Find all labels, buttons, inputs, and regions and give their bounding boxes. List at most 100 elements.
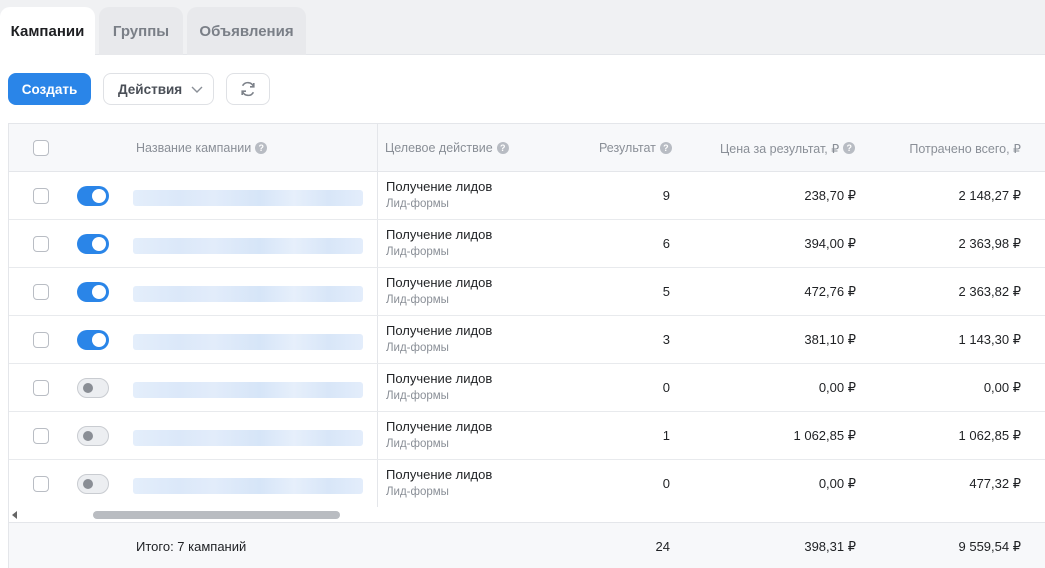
column-spent-label: Потрачено всего, ₽ xyxy=(909,141,1021,156)
total-result: 24 xyxy=(655,539,670,554)
goal-title: Получение лидов xyxy=(386,371,493,386)
total-label: Итого: 7 кампаний xyxy=(136,539,247,554)
table-row[interactable]: Получение лидов Лид-формы 6 394,00 ₽ 2 363,9… xyxy=(9,220,1045,268)
row-checkbox[interactable] xyxy=(33,332,49,348)
column-header-name[interactable]: Название кампании? xyxy=(136,124,268,172)
result-cell: 5 xyxy=(662,284,670,299)
goal-subtitle: Лид-формы xyxy=(386,486,449,498)
spent-cell: 1 143,30 ₽ xyxy=(958,332,1022,347)
goal-subtitle: Лид-формы xyxy=(386,342,449,354)
campaign-name-redacted[interactable] xyxy=(133,478,363,494)
campaign-status-toggle[interactable] xyxy=(77,282,109,302)
campaign-name-redacted[interactable] xyxy=(133,286,363,302)
table-row[interactable]: Получение лидов Лид-формы 3 381,10 ₽ 1 143,3… xyxy=(9,316,1045,364)
horizontal-scrollbar[interactable] xyxy=(9,507,1045,523)
goal-subtitle: Лид-формы xyxy=(386,294,449,306)
spent-cell: 2 148,27 ₽ xyxy=(958,188,1022,203)
campaign-name-redacted[interactable] xyxy=(133,430,363,446)
toggle-knob xyxy=(83,431,93,441)
goal-subtitle: Лид-формы xyxy=(386,198,449,210)
campaign-status-toggle[interactable] xyxy=(77,378,109,398)
price-cell: 472,76 ₽ xyxy=(804,284,856,299)
goal-cell: Получение лидов Лид-формы xyxy=(386,467,492,498)
goal-cell: Получение лидов Лид-формы xyxy=(386,323,492,354)
campaign-name-redacted[interactable] xyxy=(133,334,363,350)
row-checkbox[interactable] xyxy=(33,284,49,300)
goal-cell: Получение лидов Лид-формы xyxy=(386,419,492,450)
goal-title: Получение лидов xyxy=(386,419,493,434)
goal-subtitle: Лид-формы xyxy=(386,390,449,402)
price-cell: 238,70 ₽ xyxy=(804,188,856,203)
goal-cell: Получение лидов Лид-формы xyxy=(386,275,492,306)
column-header-goal[interactable]: Целевое действие? xyxy=(385,124,509,172)
column-goal-label: Целевое действие xyxy=(385,141,493,155)
result-cell: 6 xyxy=(662,236,670,251)
result-cell: 3 xyxy=(662,332,670,347)
spent-cell: 2 363,82 ₽ xyxy=(958,284,1022,299)
column-header-result[interactable]: Результат? xyxy=(599,124,672,172)
row-checkbox[interactable] xyxy=(33,188,49,204)
table-row[interactable]: Получение лидов Лид-формы 1 1 062,85 ₽ 1 062… xyxy=(9,412,1045,460)
campaign-name-redacted[interactable] xyxy=(133,382,363,398)
row-checkbox[interactable] xyxy=(33,236,49,252)
campaign-status-toggle[interactable] xyxy=(77,330,109,350)
goal-title: Получение лидов xyxy=(386,323,493,338)
result-cell: 9 xyxy=(662,188,670,203)
campaign-status-toggle[interactable] xyxy=(77,426,109,446)
help-icon[interactable]: ? xyxy=(496,142,509,154)
column-header-price[interactable]: Цена за результат, ₽? xyxy=(720,124,856,172)
table-row[interactable]: Получение лидов Лид-формы 9 238,70 ₽ 2 148,2… xyxy=(9,172,1045,220)
help-icon[interactable]: ? xyxy=(659,142,672,154)
column-name-label: Название кампании xyxy=(136,141,252,155)
help-icon[interactable]: ? xyxy=(255,142,268,154)
table-row[interactable]: Получение лидов Лид-формы 5 472,76 ₽ 2 363,8… xyxy=(9,268,1045,316)
spent-cell: 477,32 ₽ xyxy=(969,476,1021,491)
row-checkbox[interactable] xyxy=(33,476,49,492)
table-header: Название кампании? Целевое действие? Рез… xyxy=(9,124,1045,172)
spent-cell: 1 062,85 ₽ xyxy=(958,428,1022,443)
result-cell: 0 xyxy=(662,380,670,395)
tab-ads[interactable]: Объявления xyxy=(187,7,306,55)
campaign-name-redacted[interactable] xyxy=(133,190,363,206)
help-icon[interactable]: ? xyxy=(843,142,856,154)
scroll-left-arrow-icon[interactable] xyxy=(12,511,17,519)
price-cell: 394,00 ₽ xyxy=(804,236,856,251)
refresh-icon xyxy=(241,81,255,97)
refresh-button[interactable] xyxy=(226,73,270,105)
column-header-spent[interactable]: Потрачено всего, ₽ xyxy=(889,124,1021,172)
goal-title: Получение лидов xyxy=(386,275,493,290)
goal-cell: Получение лидов Лид-формы xyxy=(386,227,492,258)
toggle-knob xyxy=(83,383,93,393)
campaign-name-redacted[interactable] xyxy=(133,238,363,254)
table-row[interactable]: Получение лидов Лид-формы 0 0,00 ₽ 0,00 ₽ xyxy=(9,364,1045,412)
row-checkbox[interactable] xyxy=(33,380,49,396)
select-all-checkbox[interactable] xyxy=(33,140,49,156)
column-price-label: Цена за результат, ₽ xyxy=(720,141,840,156)
goal-cell: Получение лидов Лид-формы xyxy=(386,179,492,210)
tab-groups[interactable]: Группы xyxy=(99,7,183,55)
goal-title: Получение лидов xyxy=(386,179,493,194)
create-button[interactable]: Создать xyxy=(8,73,91,105)
table-row[interactable]: Получение лидов Лид-формы 0 0,00 ₽ 477,32 ₽ xyxy=(9,460,1045,508)
toggle-knob xyxy=(92,237,106,251)
campaign-status-toggle[interactable] xyxy=(77,234,109,254)
total-price: 398,31 ₽ xyxy=(804,539,856,554)
actions-dropdown[interactable]: Действия xyxy=(103,73,214,105)
campaign-status-toggle[interactable] xyxy=(77,186,109,206)
actions-label: Действия xyxy=(118,81,183,97)
scrollbar-thumb[interactable] xyxy=(93,511,340,519)
tab-bar: Кампании Группы Объявления xyxy=(0,0,1045,56)
goal-title: Получение лидов xyxy=(386,227,493,242)
row-checkbox[interactable] xyxy=(33,428,49,444)
toggle-knob xyxy=(83,479,93,489)
goal-title: Получение лидов xyxy=(386,467,493,482)
price-cell: 0,00 ₽ xyxy=(818,380,856,395)
campaign-status-toggle[interactable] xyxy=(77,474,109,494)
column-result-label: Результат xyxy=(599,141,656,155)
tab-campaigns[interactable]: Кампании xyxy=(0,7,95,56)
toggle-knob xyxy=(92,285,106,299)
goal-cell: Получение лидов Лид-формы xyxy=(386,371,492,402)
campaigns-table: Название кампании? Целевое действие? Рез… xyxy=(8,123,1045,568)
toggle-knob xyxy=(92,333,106,347)
price-cell: 381,10 ₽ xyxy=(804,332,856,347)
